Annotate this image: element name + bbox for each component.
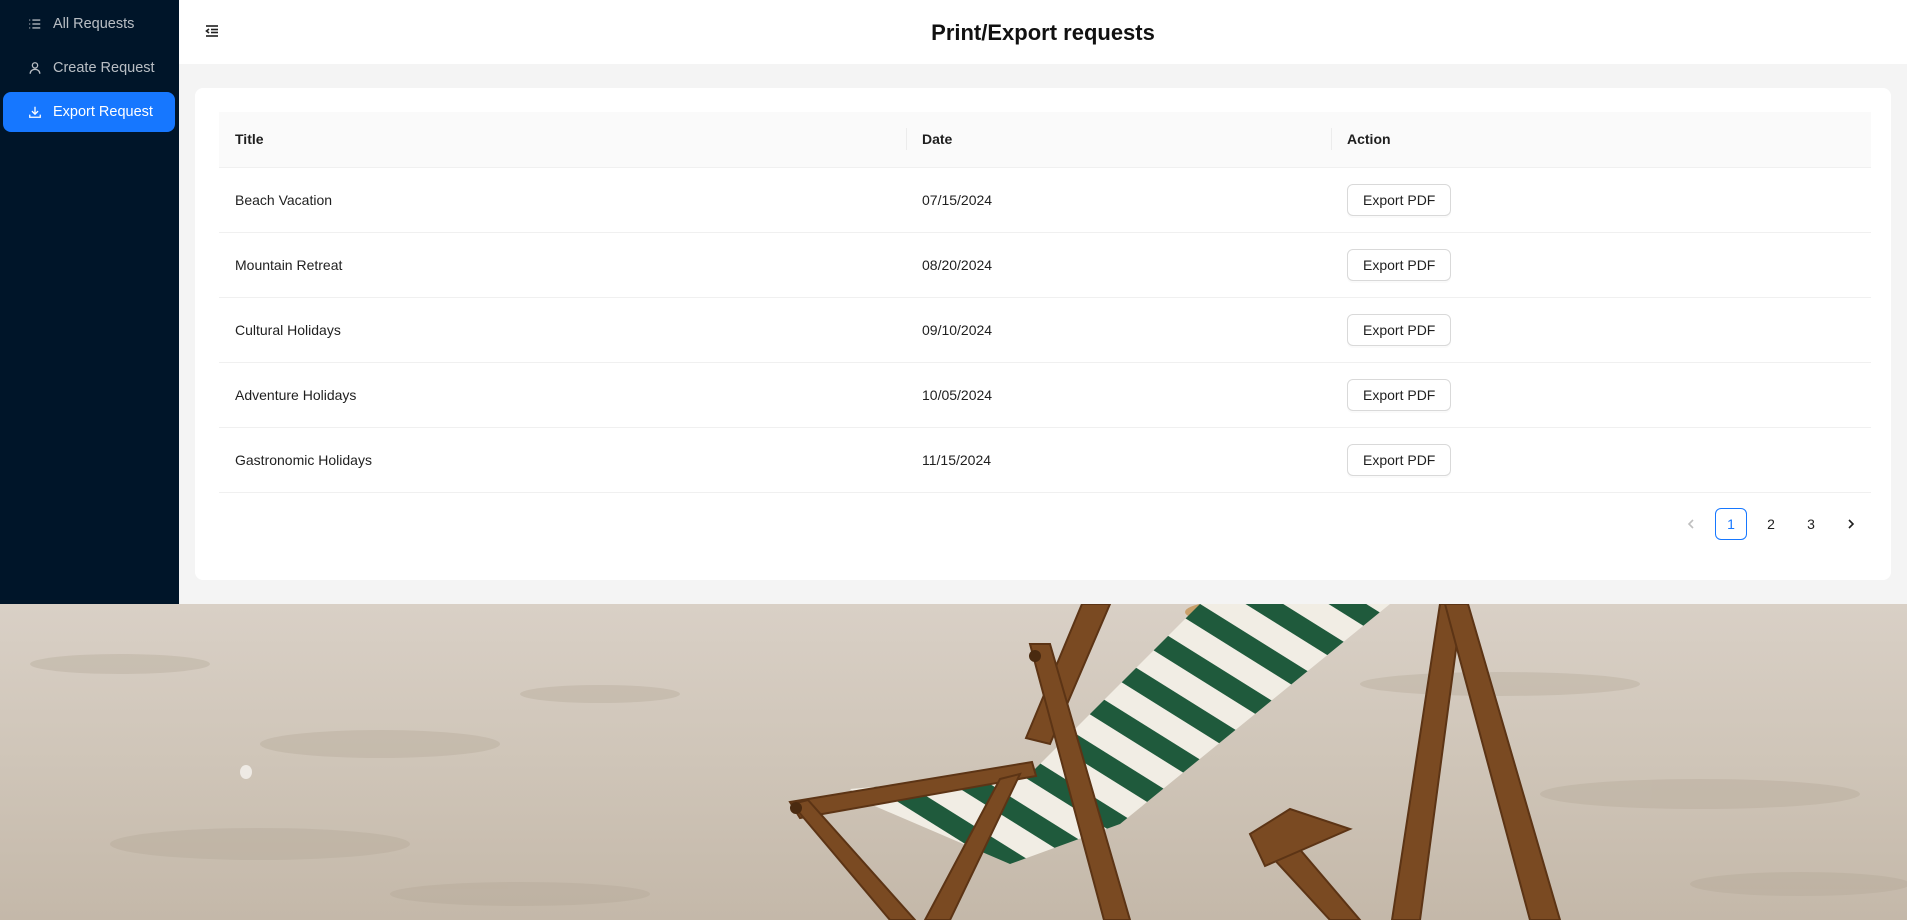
sidebar-item-label: All Requests <box>53 16 135 32</box>
page-button-2[interactable]: 2 <box>1755 508 1787 540</box>
column-header-date: Date <box>906 112 1331 168</box>
cell-date: 08/20/2024 <box>906 232 1331 298</box>
cell-title: Adventure Holidays <box>219 362 906 428</box>
cell-title: Beach Vacation <box>219 167 906 233</box>
sidebar-item-all-requests[interactable]: All Requests <box>3 4 175 44</box>
sidebar-item-create-request[interactable]: Create Request <box>3 48 175 88</box>
sidebar-item-label: Create Request <box>53 60 155 76</box>
cell-title: Gastronomic Holidays <box>219 427 906 493</box>
cell-title: Mountain Retreat <box>219 232 906 298</box>
background-beach-image <box>0 604 1907 920</box>
page-title: Print/Export requests <box>931 20 1155 45</box>
requests-card: Title Date Action Beach Vacation 07/15/2… <box>195 88 1891 580</box>
main-content: Print/Export requests Title Date Action … <box>179 0 1907 604</box>
pagination: 1 2 3 <box>1675 508 1867 540</box>
export-pdf-button[interactable]: Export PDF <box>1347 183 1452 216</box>
cell-action: Export PDF <box>1331 427 1871 493</box>
table-row: Adventure Holidays 10/05/2024 Export PDF <box>219 362 1871 428</box>
column-header-title: Title <box>219 112 906 168</box>
list-icon <box>27 16 43 32</box>
requests-table: Title Date Action Beach Vacation 07/15/2… <box>219 112 1871 493</box>
column-header-action: Action <box>1331 112 1871 168</box>
cell-action: Export PDF <box>1331 297 1871 363</box>
sidebar-item-export-request[interactable]: Export Request <box>3 92 175 132</box>
table-header-row: Title Date Action <box>219 112 1871 168</box>
cell-action: Export PDF <box>1331 362 1871 428</box>
chevron-right-icon[interactable] <box>1835 508 1867 540</box>
table-row: Mountain Retreat 08/20/2024 Export PDF <box>219 232 1871 298</box>
export-pdf-button[interactable]: Export PDF <box>1347 313 1452 346</box>
page-button-3[interactable]: 3 <box>1795 508 1827 540</box>
cell-date: 09/10/2024 <box>906 297 1331 363</box>
page-button-1[interactable]: 1 <box>1715 508 1747 540</box>
export-pdf-button[interactable]: Export PDF <box>1347 443 1452 476</box>
table-row: Gastronomic Holidays 11/15/2024 Export P… <box>219 427 1871 493</box>
sidebar: All Requests Create Request Export Reque… <box>0 0 179 604</box>
cell-date: 07/15/2024 <box>906 167 1331 233</box>
download-icon <box>27 104 43 120</box>
cell-action: Export PDF <box>1331 232 1871 298</box>
chevron-left-icon[interactable] <box>1675 508 1707 540</box>
header: Print/Export requests <box>179 0 1907 64</box>
table-row: Cultural Holidays 09/10/2024 Export PDF <box>219 297 1871 363</box>
export-pdf-button[interactable]: Export PDF <box>1347 378 1452 411</box>
cell-action: Export PDF <box>1331 167 1871 233</box>
cell-date: 11/15/2024 <box>906 427 1331 493</box>
sidebar-item-label: Export Request <box>53 104 153 120</box>
cell-date: 10/05/2024 <box>906 362 1331 428</box>
cell-title: Cultural Holidays <box>219 297 906 363</box>
export-pdf-button[interactable]: Export PDF <box>1347 248 1452 281</box>
user-icon <box>27 60 43 76</box>
table-row: Beach Vacation 07/15/2024 Export PDF <box>219 167 1871 233</box>
